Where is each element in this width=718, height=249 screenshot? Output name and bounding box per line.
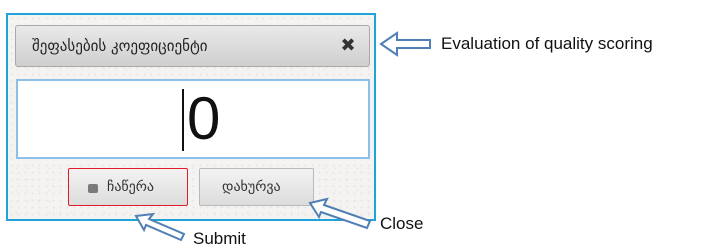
submit-callout-label: Submit — [193, 229, 246, 248]
title-callout-arrow — [379, 31, 431, 57]
close-callout-label: Close — [380, 214, 424, 233]
submit-callout-arrow — [134, 212, 186, 242]
close-callout-arrow — [308, 197, 372, 230]
title-callout-label: Evaluation of quality scoring — [441, 34, 653, 53]
